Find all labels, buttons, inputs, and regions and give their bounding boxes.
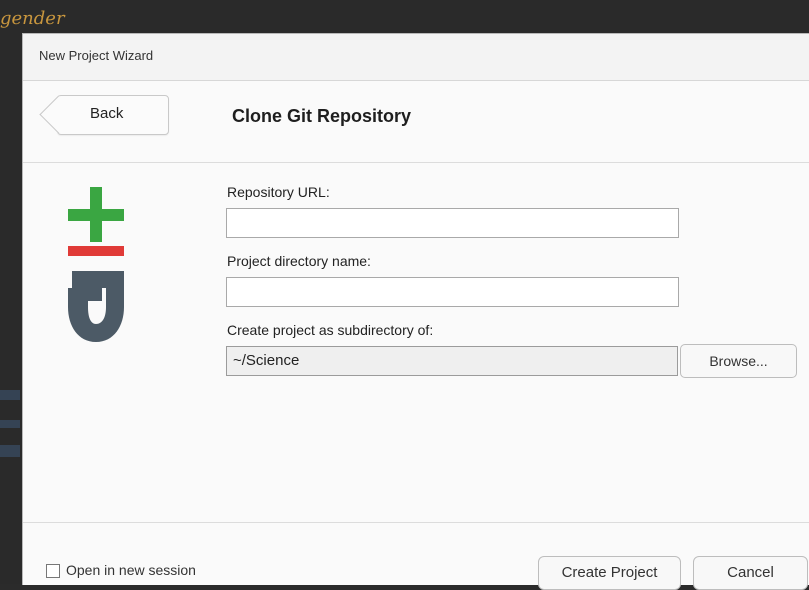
project-directory-label: Project directory name: xyxy=(227,253,371,269)
browse-button[interactable]: Browse... xyxy=(680,344,797,378)
header-divider xyxy=(23,162,809,163)
background-strip xyxy=(0,390,20,400)
cancel-button[interactable]: Cancel xyxy=(693,556,808,590)
open-in-new-session-checkbox[interactable] xyxy=(46,564,60,578)
background-code-text: gender xyxy=(0,8,65,29)
subdirectory-path-field: ~/Science xyxy=(226,346,678,376)
dialog-title: New Project Wizard xyxy=(39,48,154,63)
create-project-button[interactable]: Create Project xyxy=(538,556,681,590)
dialog-titlebar: New Project Wizard xyxy=(23,34,809,81)
back-button[interactable]: Back xyxy=(57,95,169,135)
repository-url-label: Repository URL: xyxy=(227,184,330,200)
background-strip xyxy=(0,445,20,457)
back-button-label: Back xyxy=(90,105,124,122)
new-project-wizard-dialog: New Project Wizard Back Clone Git Reposi… xyxy=(22,33,809,590)
page-title: Clone Git Repository xyxy=(232,106,412,126)
footer-divider xyxy=(23,522,809,523)
background-strip xyxy=(0,420,20,428)
git-logo-icon xyxy=(68,187,124,342)
project-directory-input[interactable] xyxy=(226,277,679,307)
repository-url-input[interactable] xyxy=(226,208,679,238)
subdirectory-label: Create project as subdirectory of: xyxy=(227,322,434,338)
open-in-new-session-label[interactable]: Open in new session xyxy=(66,562,196,578)
